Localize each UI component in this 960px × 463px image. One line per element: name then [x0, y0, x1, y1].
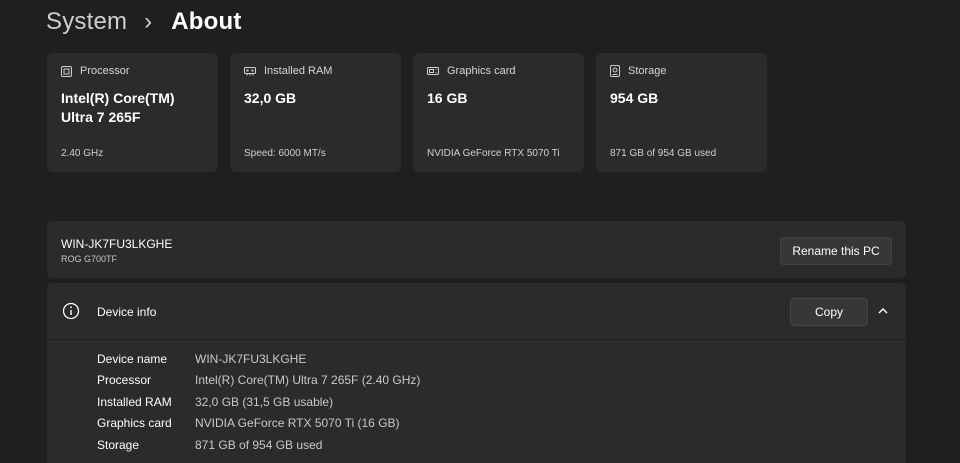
pc-name-row: WIN-JK7FU3LKGHE ROG G700TF Rename this P… — [47, 221, 906, 278]
card-detail: NVIDIA GeForce RTX 5070 Ti — [427, 148, 560, 159]
graphics-card-icon — [427, 67, 439, 75]
processor-card: Processor Intel(R) Core(TM) Ultra 7 265F… — [47, 53, 218, 172]
card-value: 16 GB — [427, 90, 468, 106]
device-info-title: Device info — [97, 305, 157, 319]
card-header: Storage — [610, 65, 753, 77]
pc-name: WIN-JK7FU3LKGHE — [61, 237, 173, 251]
card-title: Installed RAM — [264, 65, 333, 77]
info-icon — [62, 302, 80, 320]
card-value: 32,0 GB — [244, 90, 297, 106]
card-title: Storage — [628, 65, 667, 77]
breadcrumb-separator: › — [144, 8, 153, 35]
spec-row-storage: Storage 871 GB of 954 GB used — [97, 434, 420, 456]
storage-card: Storage 954 GB 871 GB of 954 GB used — [596, 53, 767, 172]
card-title: Graphics card — [447, 65, 516, 77]
spec-value: 871 GB of 954 GB used — [195, 437, 323, 452]
graphics-card-card: Graphics card 16 GB NVIDIA GeForce RTX 5… — [413, 53, 584, 172]
storage-icon — [610, 65, 620, 77]
spec-value: 32,0 GB (31,5 GB usable) — [195, 394, 334, 409]
spec-label: Graphics card — [97, 416, 172, 431]
copy-button[interactable]: Copy — [790, 298, 868, 326]
spec-row-processor: Processor Intel(R) Core(TM) Ultra 7 265F… — [97, 370, 420, 392]
device-info-panel: Device info Copy Device name WIN-JK7FU3L… — [47, 283, 906, 463]
card-value: Intel(R) Core(TM) Ultra 7 265F — [61, 90, 175, 125]
page-title: About — [171, 8, 242, 35]
spec-label: Storage — [97, 437, 140, 452]
breadcrumb: System › About — [46, 4, 242, 40]
spec-row-device-name: Device name WIN-JK7FU3LKGHE — [97, 348, 420, 370]
breadcrumb-system-link[interactable]: System — [46, 8, 127, 36]
pc-model: ROG G700TF — [61, 254, 118, 264]
card-detail: Speed: 6000 MT/s — [244, 148, 326, 159]
spec-label: Processor — [97, 373, 152, 388]
card-header: Graphics card — [427, 65, 570, 77]
rename-pc-button[interactable]: Rename this PC — [780, 237, 892, 265]
ram-card: Installed RAM 32,0 GB Speed: 6000 MT/s — [230, 53, 401, 172]
card-header: Installed RAM — [244, 65, 387, 77]
card-title: Processor — [80, 65, 130, 77]
spec-label: Installed RAM — [97, 394, 172, 409]
ram-icon — [244, 67, 256, 76]
device-info-header[interactable]: Device info Copy — [47, 283, 906, 340]
spec-label: Device name — [97, 351, 168, 366]
card-value: 954 GB — [610, 90, 659, 106]
spec-row-graphics-card: Graphics card NVIDIA GeForce RTX 5070 Ti… — [97, 413, 420, 435]
spec-value: WIN-JK7FU3LKGHE — [195, 351, 307, 366]
spec-value: NVIDIA GeForce RTX 5070 Ti (16 GB) — [195, 416, 400, 431]
card-detail: 871 GB of 954 GB used — [610, 148, 717, 159]
spec-row-installed-ram: Installed RAM 32,0 GB (31,5 GB usable) — [97, 391, 420, 413]
processor-icon — [61, 65, 72, 77]
device-spec-list: Device name WIN-JK7FU3LKGHE Processor In… — [97, 348, 420, 456]
spec-value: Intel(R) Core(TM) Ultra 7 265F (2.40 GHz… — [195, 373, 421, 388]
card-detail: 2.40 GHz — [61, 148, 104, 159]
card-header: Processor — [61, 65, 204, 77]
chevron-up-icon[interactable] — [877, 305, 889, 317]
spec-cards: Processor Intel(R) Core(TM) Ultra 7 265F… — [47, 53, 767, 172]
